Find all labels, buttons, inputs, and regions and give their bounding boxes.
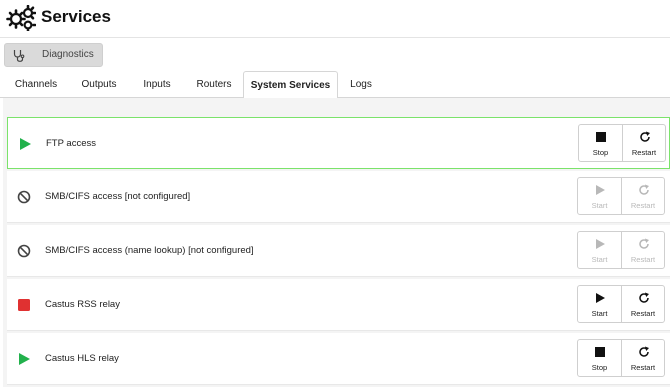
start-label: Start	[591, 255, 608, 264]
service-name: Castus RSS relay	[45, 299, 120, 310]
service-actions: Start Restart	[577, 285, 665, 323]
stop-icon	[596, 132, 606, 142]
gears-icon	[6, 5, 36, 31]
restart-label: Restart	[630, 255, 656, 264]
stop-label: Stop	[591, 363, 608, 372]
start-label: Start	[591, 201, 608, 210]
service-row[interactable]: SMB/CIFS access [not configured] Start R…	[7, 171, 670, 223]
start-label: Start	[591, 309, 608, 318]
service-row[interactable]: SMB/CIFS access (name lookup) [not confi…	[7, 225, 670, 277]
start-button[interactable]: Start	[578, 178, 621, 214]
stop-button[interactable]: Stop	[579, 125, 622, 161]
restart-label: Restart	[630, 309, 656, 318]
service-row[interactable]: Castus RSS relay Start Restart	[7, 279, 670, 331]
tab-bar: Channels Outputs Inputs Routers System S…	[0, 71, 670, 99]
stopped-status-icon	[18, 299, 30, 311]
tab-routers[interactable]: Routers	[186, 71, 242, 98]
service-row[interactable]: FTP access Stop Restart	[7, 117, 670, 169]
tab-inputs[interactable]: Inputs	[132, 71, 182, 98]
tab-outputs[interactable]: Outputs	[70, 71, 128, 98]
restart-icon	[640, 131, 650, 142]
page-title: Services	[41, 7, 111, 26]
play-icon	[596, 185, 605, 195]
restart-icon	[639, 184, 649, 195]
stop-icon	[595, 347, 605, 357]
play-icon	[596, 239, 605, 249]
service-actions: Start Restart	[577, 177, 665, 215]
play-icon	[596, 293, 605, 303]
play-status-icon	[19, 353, 30, 365]
service-row[interactable]: Castus HLS relay Stop Restart	[7, 333, 670, 385]
tab-channels[interactable]: Channels	[6, 71, 66, 98]
start-button[interactable]: Start	[578, 232, 621, 268]
services-list: FTP access Stop Restart SMB/CIFS access …	[3, 98, 670, 387]
not-configured-icon	[17, 190, 31, 204]
restart-label: Restart	[630, 201, 656, 210]
restart-label: Restart	[630, 363, 656, 372]
restart-button[interactable]: Restart	[620, 340, 664, 376]
restart-icon	[639, 292, 649, 303]
restart-button[interactable]: Restart	[620, 232, 664, 268]
tab-system-services[interactable]: System Services	[243, 71, 338, 99]
not-configured-icon	[17, 244, 31, 258]
diagnostics-label: Diagnostics	[42, 49, 94, 60]
start-button[interactable]: Start	[578, 286, 621, 322]
service-actions: Start Restart	[577, 231, 665, 269]
service-name: SMB/CIFS access (name lookup) [not confi…	[45, 245, 254, 256]
play-status-icon	[20, 138, 31, 150]
page-header: Services	[0, 0, 670, 38]
tab-logs[interactable]: Logs	[341, 71, 381, 98]
service-actions: Stop Restart	[578, 124, 666, 162]
restart-button[interactable]: Restart	[620, 178, 664, 214]
service-name: Castus HLS relay	[45, 353, 119, 364]
stop-button[interactable]: Stop	[578, 340, 621, 376]
restart-icon	[639, 238, 649, 249]
stop-label: Stop	[592, 148, 609, 157]
stethoscope-icon	[13, 50, 25, 62]
restart-button[interactable]: Restart	[621, 125, 665, 161]
restart-label: Restart	[631, 148, 657, 157]
diagnostics-button[interactable]: Diagnostics	[4, 43, 103, 67]
service-name: FTP access	[46, 138, 96, 149]
service-actions: Stop Restart	[577, 339, 665, 377]
restart-button[interactable]: Restart	[620, 286, 664, 322]
service-name: SMB/CIFS access [not configured]	[45, 191, 191, 202]
restart-icon	[639, 346, 649, 357]
